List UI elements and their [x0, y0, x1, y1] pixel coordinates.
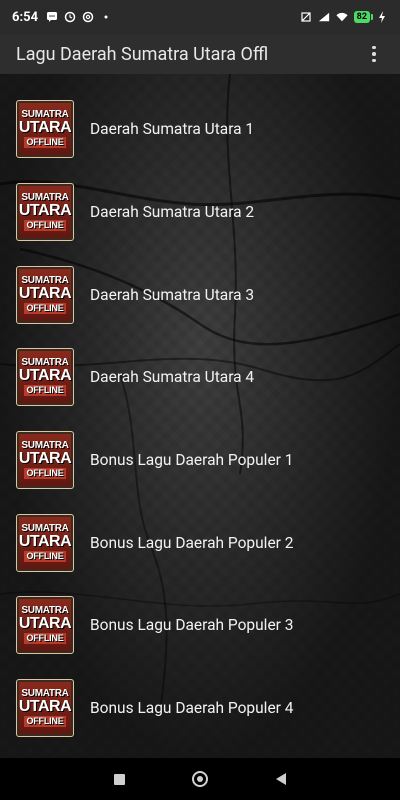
back-icon[interactable]: [276, 773, 287, 785]
list-item[interactable]: SUMATRA UTARA OFFLINE Bonus Lagu Daerah Pop…: [0, 501, 400, 584]
list-item-label: Daerah Sumatra Utara 3: [90, 285, 255, 304]
list-item-label: Bonus Lagu Daerah Populer 1: [90, 451, 294, 470]
thumbnail-text: UTARA: [18, 532, 72, 550]
list-item-label: Bonus Lagu Daerah Populer 4: [90, 699, 294, 718]
mute-icon: [300, 11, 312, 23]
album-thumbnail: SUMATRA UTARA OFFLINE: [16, 679, 74, 738]
dot-icon: [100, 11, 112, 23]
list-item[interactable]: SUMATRA UTARA OFFLINE Bonus Lagu Daerah Pop…: [0, 667, 400, 750]
thumbnail-text: UTARA: [18, 698, 72, 716]
list-item[interactable]: SUMATRA UTARA OFFLINE Daerah Sumatra Utara …: [0, 88, 400, 171]
thumbnail-text: OFFLINE: [24, 716, 66, 728]
list-item-label: Bonus Lagu Daerah Populer 3: [90, 616, 294, 635]
thumbnail-text: OFFLINE: [24, 385, 66, 397]
list-item[interactable]: SUMATRA UTARA OFFLINE Bonus Lagu Daerah Pop…: [0, 419, 400, 502]
sync-icon: [64, 11, 76, 23]
album-thumbnail: SUMATRA UTARA OFFLINE: [16, 100, 74, 159]
home-icon[interactable]: [192, 771, 209, 787]
list-item[interactable]: SUMATRA UTARA OFFLINE Daerah Sumatra Utara …: [0, 336, 400, 419]
system-nav-bar: [0, 758, 400, 800]
list-item-label: Bonus Lagu Daerah Populer 2: [90, 533, 294, 552]
album-thumbnail: SUMATRA UTARA OFFLINE: [16, 596, 74, 655]
album-thumbnail: SUMATRA UTARA OFFLINE: [16, 513, 74, 572]
song-list-background: SUMATRA UTARA OFFLINE Daerah Sumatra Utara …: [0, 74, 400, 758]
wifi-icon: [336, 11, 348, 23]
thumbnail-text: OFFLINE: [24, 633, 66, 645]
thumbnail-text: UTARA: [18, 367, 72, 385]
album-thumbnail: SUMATRA UTARA OFFLINE: [16, 265, 74, 324]
thumbnail-text: UTARA: [18, 450, 72, 468]
thumbnail-text: UTARA: [18, 202, 72, 220]
album-thumbnail: SUMATRA UTARA OFFLINE: [16, 348, 74, 407]
song-list: SUMATRA UTARA OFFLINE Daerah Sumatra Utara …: [0, 88, 400, 750]
album-thumbnail: SUMATRA UTARA OFFLINE: [16, 183, 74, 242]
thumbnail-text: OFFLINE: [24, 220, 66, 232]
at-icon: [82, 11, 94, 23]
overflow-menu-icon[interactable]: [364, 39, 384, 69]
list-item[interactable]: SUMATRA UTARA OFFLINE Bonus Lagu Daerah Pop…: [0, 584, 400, 667]
thumbnail-text: OFFLINE: [24, 137, 66, 149]
thumbnail-text: UTARA: [18, 284, 72, 302]
app-title: Lagu Daerah Sumatra Utara Offl: [16, 43, 269, 65]
status-right: 82: [300, 11, 388, 23]
thumbnail-text: UTARA: [18, 615, 72, 633]
charging-icon: [376, 11, 388, 23]
signal-icon: [318, 11, 330, 23]
status-bar: 6:54 82: [0, 0, 400, 34]
album-thumbnail: SUMATRA UTARA OFFLINE: [16, 431, 74, 490]
list-item[interactable]: SUMATRA UTARA OFFLINE Daerah Sumatra Utara …: [0, 253, 400, 336]
battery-icon: 82: [353, 11, 374, 23]
list-item-label: Daerah Sumatra Utara 1: [90, 120, 255, 139]
thumbnail-text: OFFLINE: [24, 468, 66, 480]
recents-icon[interactable]: [113, 773, 125, 785]
thumbnail-text: OFFLINE: [24, 550, 66, 562]
list-item-label: Daerah Sumatra Utara 2: [90, 203, 255, 222]
chat-icon: [46, 11, 58, 23]
thumbnail-text: OFFLINE: [24, 302, 66, 314]
list-item[interactable]: SUMATRA UTARA OFFLINE Daerah Sumatra Utara …: [0, 171, 400, 254]
status-left: 6:54: [12, 10, 112, 25]
thumbnail-text: UTARA: [18, 119, 72, 137]
app-bar: Lagu Daerah Sumatra Utara Offl: [0, 34, 400, 74]
list-item-label: Daerah Sumatra Utara 4: [90, 368, 255, 387]
status-time: 6:54: [12, 9, 39, 25]
